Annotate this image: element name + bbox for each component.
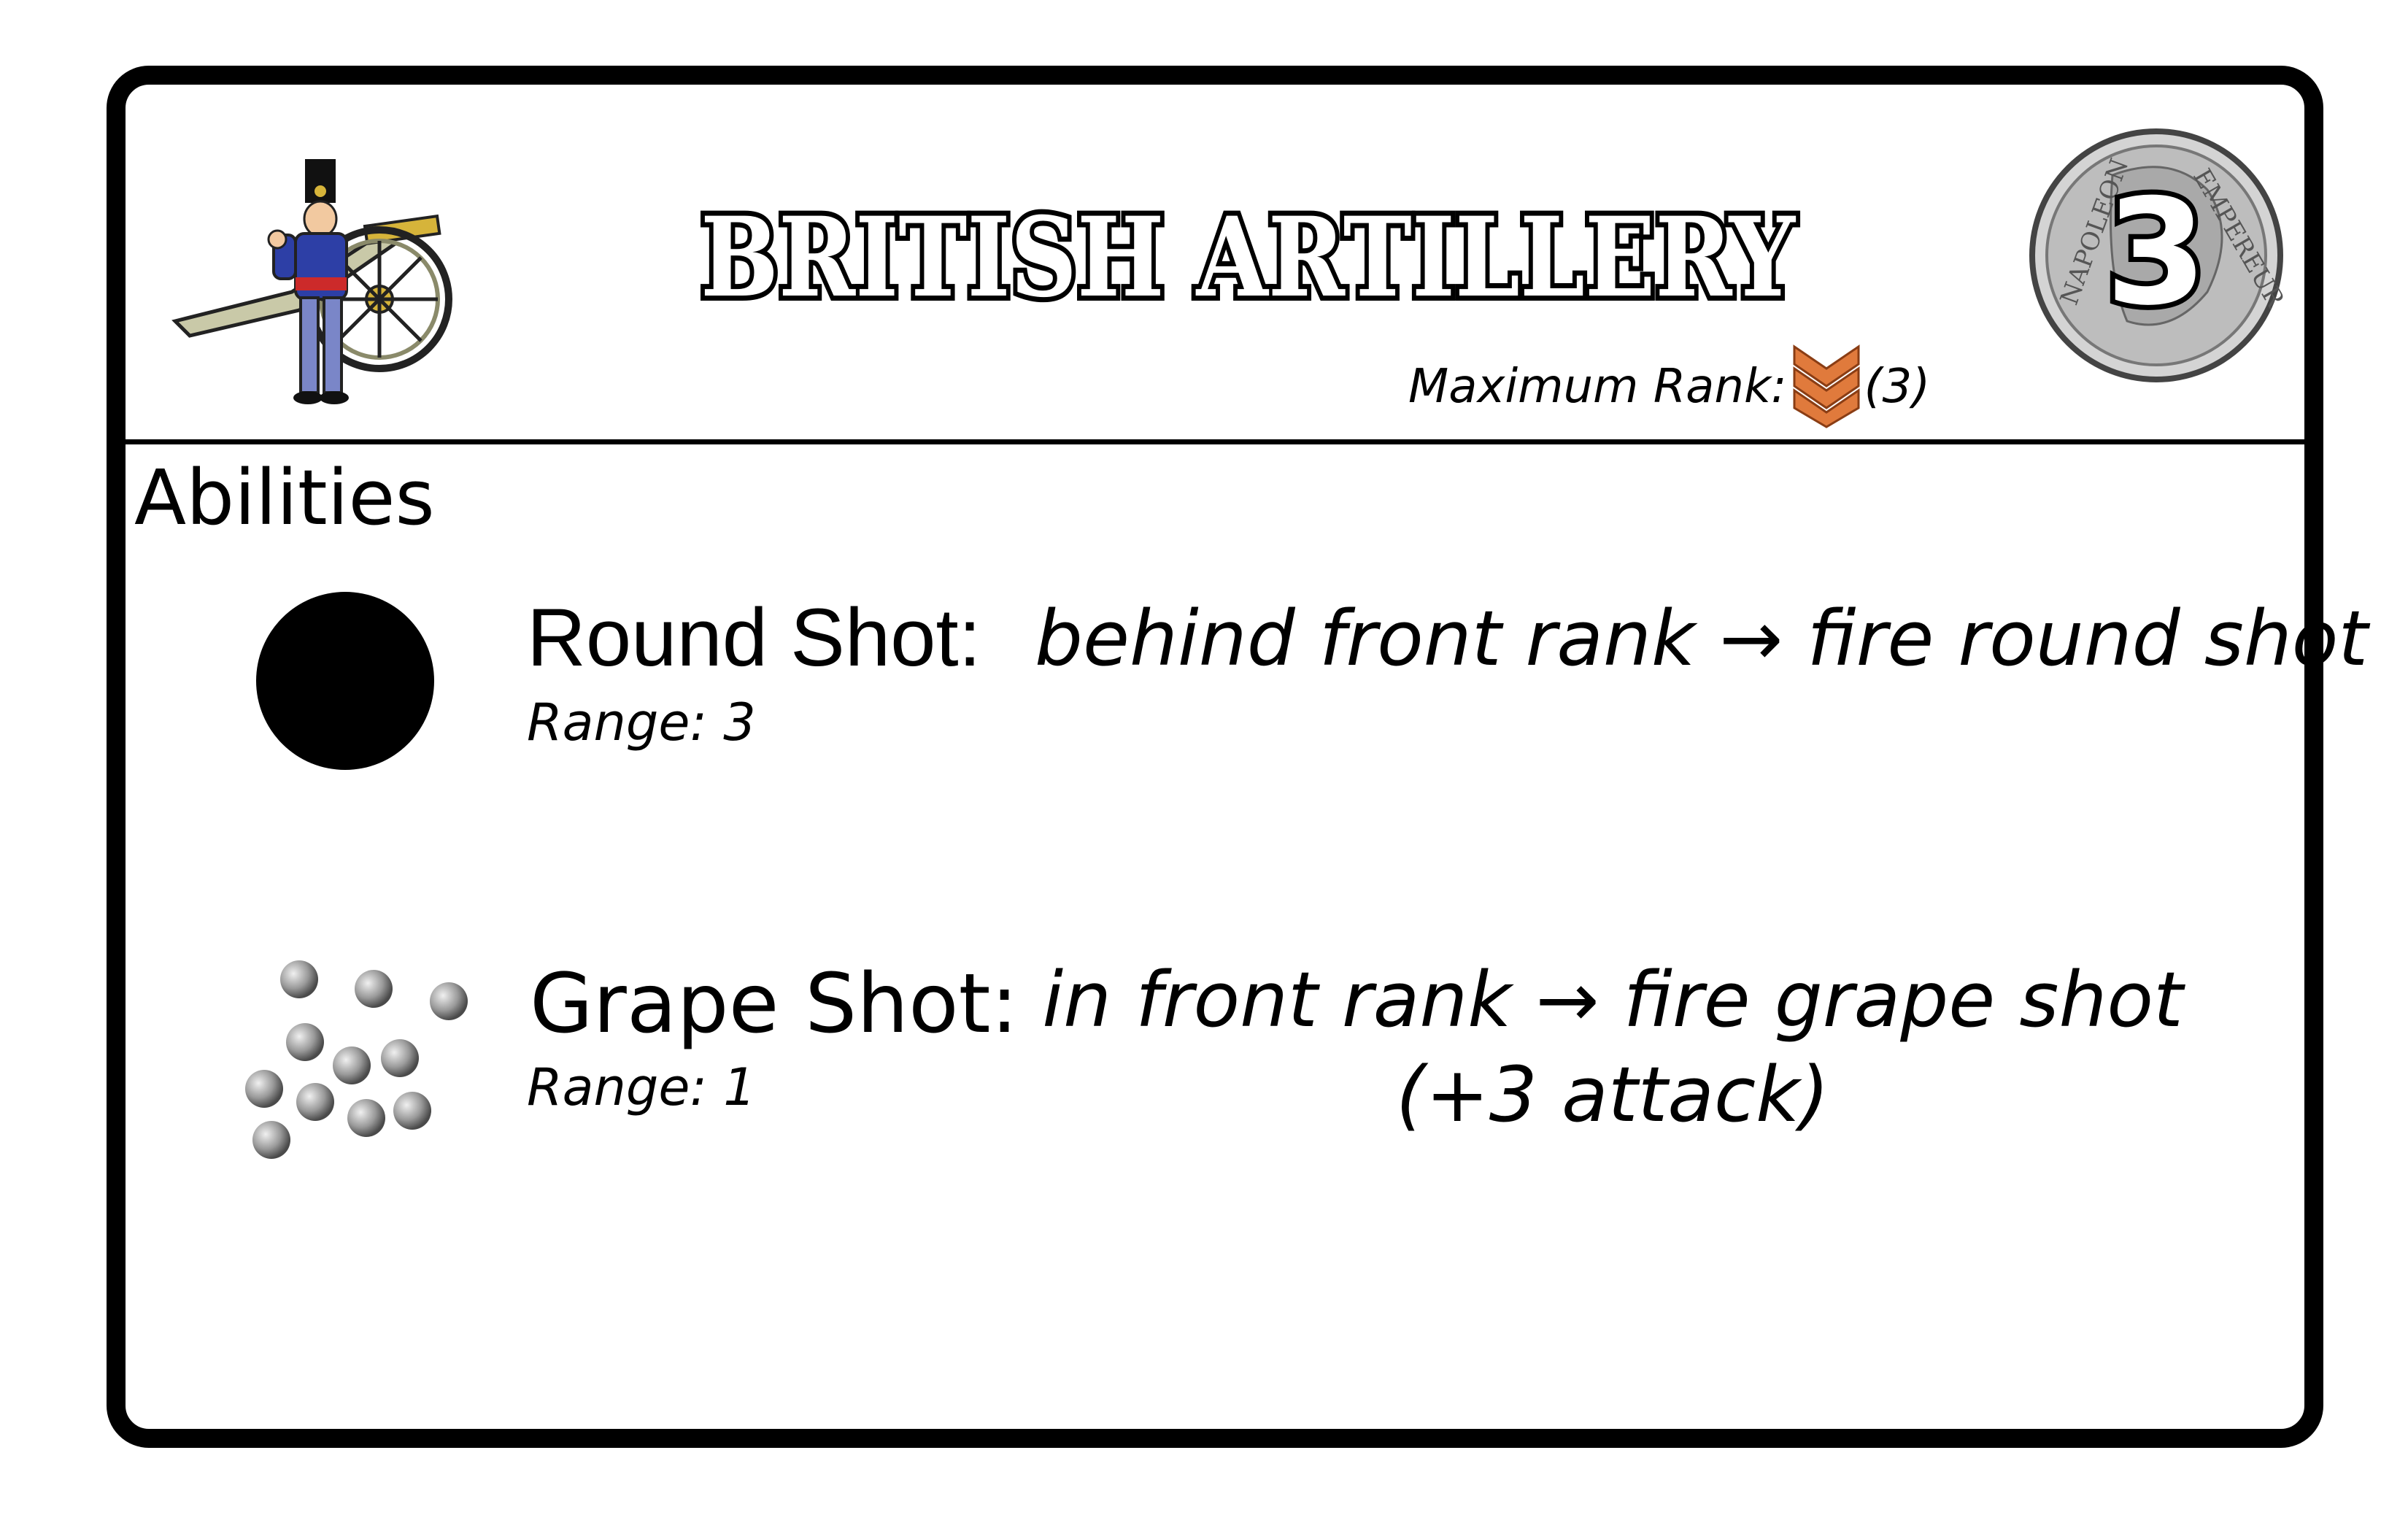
unit-cost: 3 bbox=[2105, 168, 2207, 338]
ability-range-round-shot: Range: 3 bbox=[527, 693, 756, 752]
max-rank: Maximum Rank: (3) bbox=[1408, 343, 1930, 431]
ability-effect-grape-shot: in front rank → fire grape shot (+3 atta… bbox=[1029, 952, 2196, 1142]
ability-effect-grape-shot-line2: (+3 attack) bbox=[1396, 1050, 1829, 1139]
abilities-heading: Abilities bbox=[134, 453, 435, 542]
max-rank-value: (3) bbox=[1864, 360, 1931, 414]
header-divider bbox=[107, 439, 2323, 444]
ability-name-grape-shot: Grape Shot: bbox=[530, 957, 1019, 1052]
card-title: BRITISH ARTILLERY bbox=[686, 182, 1810, 328]
max-rank-label: Maximum Rank: bbox=[1408, 360, 1787, 414]
card-title-text: BRITISH ARTILLERY bbox=[701, 193, 1797, 322]
ability-range-grape-shot: Range: 1 bbox=[527, 1057, 756, 1117]
sergeant-chevron-icon bbox=[1793, 344, 1860, 428]
ability-effect-grape-shot-line1: in front rank → fire grape shot bbox=[1042, 955, 2183, 1044]
artillery-soldier-cannon-icon bbox=[146, 153, 496, 416]
ability-effect-round-shot: behind front rank → fire round shot bbox=[1035, 594, 2369, 683]
napoleon-coin-icon: NAPOLEON EMPEREUR 3 bbox=[2025, 124, 2291, 387]
grape-shot-icon bbox=[234, 949, 482, 1168]
ability-name-round-shot: Round Shot: bbox=[527, 592, 981, 683]
round-shot-icon bbox=[254, 590, 436, 772]
